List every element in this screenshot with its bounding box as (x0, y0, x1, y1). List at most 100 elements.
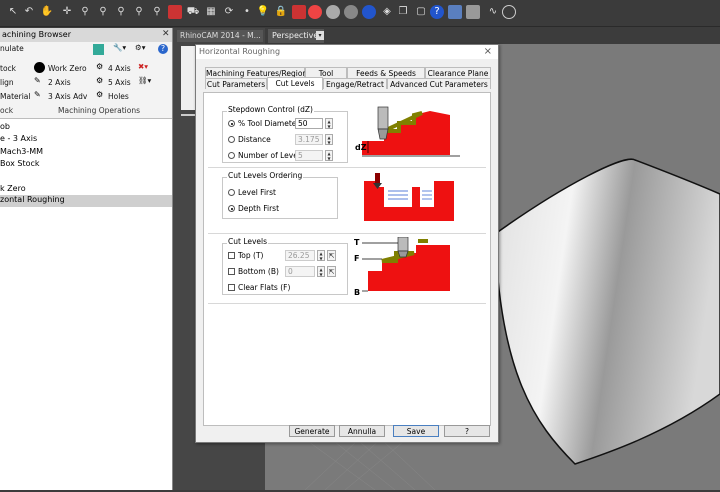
wave-icon[interactable]: ∿ (486, 5, 500, 19)
help-button[interactable]: ? (444, 425, 490, 437)
checkbox-bottom[interactable] (228, 268, 235, 275)
mesh-icon[interactable] (448, 5, 462, 19)
sphere-blue-icon[interactable] (362, 5, 376, 19)
cut-levels-panel: Stepdown Control (dZ) % Tool Diameter 50… (203, 92, 491, 426)
move-icon[interactable]: ✛ (60, 5, 74, 19)
tree-item-work-zero[interactable]: k Zero (0, 184, 26, 193)
panel-close-icon[interactable]: ✕ (162, 29, 170, 39)
zoom-icon[interactable]: ⚲ (78, 5, 92, 19)
tab-engage-retract[interactable]: Engage/Retract (323, 78, 387, 89)
cut-levels-f-label: F (354, 254, 359, 263)
two-axis-button[interactable]: 2 Axis (48, 78, 71, 87)
four-axis-button[interactable]: 4 Axis (108, 64, 131, 73)
align-button[interactable]: lign (0, 78, 14, 87)
tab-cut-parameters[interactable]: Cut Parameters (205, 78, 267, 89)
sphere-shaded-icon[interactable] (344, 5, 358, 19)
help-icon[interactable]: ? (430, 5, 444, 19)
cross-tools-icon[interactable]: ✖▾ (138, 62, 148, 71)
color-wheel-icon[interactable] (308, 5, 322, 19)
cancel-button[interactable]: Annulla (339, 425, 385, 437)
tab-cut-levels[interactable]: Cut Levels (267, 77, 323, 90)
input-number-of-levels[interactable]: 5 (295, 150, 323, 161)
tree-item-horizontal-roughing[interactable]: zontal Roughing (0, 195, 172, 207)
gear-icon[interactable]: ⚙▾ (135, 43, 146, 52)
simulate-button[interactable]: nulate (0, 44, 24, 53)
copy-icon[interactable]: ❐ (396, 5, 410, 19)
radio-depth-first[interactable] (228, 205, 235, 212)
radio-level-first[interactable] (228, 189, 235, 196)
cut-levels-section: Cut Levels Top (T) 26.25 ▲ ▼ ⇱ Bottom (B)… (208, 233, 486, 304)
pick-bottom-icon[interactable]: ⇱ (327, 266, 336, 277)
spin-number-of-levels[interactable]: ▲ ▼ (325, 150, 333, 161)
holes-icon: ⚙ (96, 90, 104, 99)
material-button[interactable]: Material (0, 92, 30, 101)
spin-top[interactable]: ▲ ▼ (317, 250, 325, 261)
zoom-all-icon[interactable]: ⚲ (150, 5, 164, 19)
input-tool-diameter[interactable]: 50 (295, 118, 323, 129)
tab-feeds-speeds[interactable]: Feeds & Speeds (347, 67, 425, 78)
work-zero-button[interactable]: Work Zero (48, 64, 87, 73)
save-button[interactable]: Save (393, 425, 439, 437)
light-bulb-icon[interactable]: 💡 (256, 5, 270, 19)
checkbox-top[interactable] (228, 252, 235, 259)
spin-tool-diameter[interactable]: ▲ ▼ (325, 118, 333, 129)
zoom-extents-icon[interactable]: ⚲ (114, 5, 128, 19)
ordering-diagram (364, 173, 454, 221)
tab-clearance-plane[interactable]: Clearance Plane (425, 67, 491, 78)
grid-icon[interactable]: ▦ (204, 5, 218, 19)
machining-browser-panel: achining Browser ✕ nulate 🔧▾ ⚙▾ ? tock l… (0, 28, 173, 490)
pick-top-icon[interactable]: ⇱ (327, 250, 336, 261)
tree-item-job[interactable]: ob (0, 122, 10, 131)
lock-icon[interactable]: 🔒 (274, 5, 288, 19)
render-icon[interactable] (292, 5, 306, 19)
work-zero-icon (34, 62, 45, 73)
input-bottom[interactable]: 0 (285, 266, 315, 277)
cut-levels-diagram: T F B (354, 237, 450, 297)
main-toolbar: ↖ ↶ ✋ ✛ ⚲ ⚲ ⚲ ⚲ ⚲ ⛟ ▦ ⟳ • 💡 🔒 ◈ ❐ ▢ ? ∿ (0, 0, 720, 27)
spin-distance[interactable]: ▲ ▼ (325, 134, 333, 145)
point-icon[interactable]: • (240, 5, 254, 19)
viewport-menu-icon[interactable]: ▾ (316, 31, 324, 40)
link-tools-icon[interactable]: ⛓▾ (138, 76, 151, 85)
tree-item-post[interactable]: Mach3-MM (0, 147, 43, 156)
rotate-icon[interactable]: ⟳ (222, 5, 236, 19)
fill-icon[interactable]: ◈ (380, 5, 394, 19)
input-distance[interactable]: 3.175 (295, 134, 323, 145)
settings-mini-icon[interactable] (93, 44, 104, 55)
ordering-section: Cut Levels Ordering Level First Depth Fi… (208, 167, 486, 234)
stepdown-dz-label: dZ (355, 143, 367, 152)
tab-advanced-cut-parameters[interactable]: Advanced Cut Parameters (387, 78, 491, 89)
checkbox-clear-flats[interactable] (228, 284, 235, 291)
generate-button[interactable]: Generate (289, 425, 335, 437)
two-axis-icon: ✎ (34, 76, 41, 85)
zoom-window-icon[interactable]: ⚲ (96, 5, 110, 19)
wrench-icon[interactable]: 🔧▾ (113, 43, 126, 52)
undo-icon[interactable]: ↶ (22, 5, 36, 19)
label-number-of-levels: Number of Levels (238, 151, 304, 160)
side-toolbar (181, 46, 195, 110)
select-icon[interactable]: ↖ (6, 5, 20, 19)
spin-bottom[interactable]: ▲ ▼ (317, 266, 325, 277)
dialog-close-button[interactable]: × (484, 45, 492, 59)
ribbon-help-icon[interactable]: ? (158, 44, 168, 54)
viewports-icon[interactable] (168, 5, 182, 19)
clock-icon[interactable] (502, 5, 516, 19)
window-icon[interactable]: ▢ (414, 5, 428, 19)
radio-distance[interactable] (228, 136, 235, 143)
sphere-grey-icon[interactable] (326, 5, 340, 19)
five-axis-button[interactable]: 5 Axis (108, 78, 131, 87)
three-axis-adv-button[interactable]: 3 Axis Adv (48, 92, 87, 101)
tree-item-box-stock[interactable]: Box Stock (0, 159, 40, 168)
holes-button[interactable]: Holes (108, 92, 129, 101)
radio-number-of-levels[interactable] (228, 152, 235, 159)
pattern-icon[interactable] (466, 5, 480, 19)
pan-hand-icon[interactable]: ✋ (40, 5, 54, 19)
tree-item-machine[interactable]: e - 3 Axis (0, 134, 37, 143)
car-icon[interactable]: ⛟ (186, 5, 200, 19)
stock-button[interactable]: tock (0, 64, 16, 73)
radio-tool-diameter[interactable] (228, 120, 235, 127)
group-label-machining-operations: Machining Operations (58, 106, 140, 115)
zoom-selected-icon[interactable]: ⚲ (132, 5, 146, 19)
rhinocam-tab[interactable]: RhinoCAM 2014 - M... (177, 30, 263, 42)
input-top[interactable]: 26.25 (285, 250, 315, 261)
